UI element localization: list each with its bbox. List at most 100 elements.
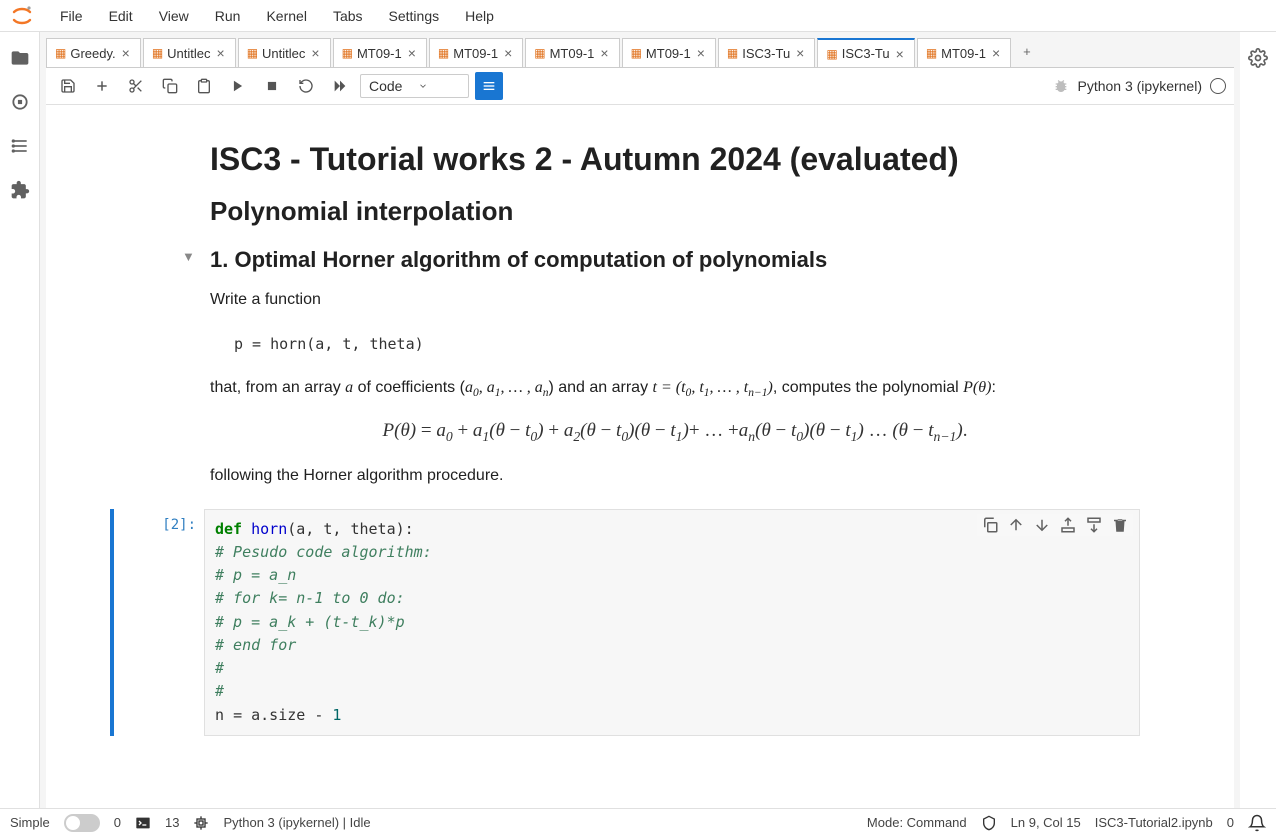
interrupt-button[interactable] xyxy=(258,72,286,100)
paste-button[interactable] xyxy=(190,72,218,100)
status-filename[interactable]: ISC3-Tutorial2.ipynb xyxy=(1095,815,1213,830)
status-count-0[interactable]: 0 xyxy=(114,815,121,830)
insert-cell-button[interactable] xyxy=(88,72,116,100)
close-icon[interactable]: × xyxy=(894,47,906,61)
right-rail xyxy=(1240,32,1276,808)
tab-0[interactable]: ▦Greedy.× xyxy=(46,38,141,67)
close-icon[interactable]: × xyxy=(215,46,227,60)
extensions-icon[interactable] xyxy=(10,180,30,200)
close-icon[interactable]: × xyxy=(990,46,1002,60)
cell-type-select[interactable]: Code xyxy=(360,74,469,98)
tab-label: MT09-1 xyxy=(646,46,691,61)
terminal-icon[interactable] xyxy=(135,815,151,831)
menu-view[interactable]: View xyxy=(147,4,201,28)
tab-2[interactable]: ▦Untitlec× xyxy=(238,38,331,67)
close-icon[interactable]: × xyxy=(120,46,132,60)
menu-help[interactable]: Help xyxy=(453,4,506,28)
menu-tabs[interactable]: Tabs xyxy=(321,4,375,28)
notebook-icon: ▦ xyxy=(727,46,738,60)
tab-4[interactable]: ▦ MT09-1 × xyxy=(429,38,523,67)
run-button[interactable] xyxy=(224,72,252,100)
copy-button[interactable] xyxy=(156,72,184,100)
tab-add-button[interactable]: + xyxy=(1013,38,1041,67)
toc-icon[interactable] xyxy=(10,136,30,156)
close-icon[interactable]: × xyxy=(695,46,707,60)
tab-label: ISC3-Tu xyxy=(842,46,890,61)
paragraph: that, from an array a of coefficients (a… xyxy=(210,375,1140,403)
tab-6[interactable]: ▦MT09-1× xyxy=(622,38,716,67)
collapse-caret-icon[interactable]: ▼ xyxy=(182,249,195,264)
running-icon[interactable] xyxy=(10,92,30,112)
cell-prompt: [2]: xyxy=(114,509,204,736)
cut-button[interactable] xyxy=(122,72,150,100)
paragraph: following the Horner algorithm procedure… xyxy=(210,463,1140,489)
notebook-icon: ▦ xyxy=(534,46,545,60)
notebook-icon: ▦ xyxy=(926,46,937,60)
inline-code-block: p = horn(a, t, theta) xyxy=(210,325,1140,363)
status-count-0b[interactable]: 0 xyxy=(1227,815,1234,830)
trust-icon[interactable] xyxy=(981,815,997,831)
status-kernel[interactable]: Python 3 (ipykernel) | Idle xyxy=(223,815,370,830)
code-cell[interactable]: [2]: def horn(a, t, theta): # Pesudo cod… xyxy=(110,509,1140,736)
notebook-toolbar: Code Python 3 (ipykernel) xyxy=(46,68,1234,105)
insert-below-icon[interactable] xyxy=(1085,516,1103,534)
tab-label: MT09-1 xyxy=(453,46,498,61)
notebook-icon: ▦ xyxy=(152,46,163,60)
simple-toggle[interactable] xyxy=(64,814,100,832)
property-inspector-icon[interactable] xyxy=(1248,48,1268,68)
kernel-status-icon[interactable] xyxy=(1210,78,1226,94)
left-rail xyxy=(0,32,40,808)
notebook-icon: ▦ xyxy=(438,46,449,60)
insert-above-icon[interactable] xyxy=(1059,516,1077,534)
tab-8[interactable]: ▦ISC3-Tu× xyxy=(817,38,914,67)
menu-settings[interactable]: Settings xyxy=(377,4,452,28)
delete-icon[interactable] xyxy=(1111,516,1129,534)
cpu-icon[interactable] xyxy=(193,815,209,831)
close-icon[interactable]: × xyxy=(406,46,418,60)
bell-icon[interactable] xyxy=(1248,814,1266,832)
move-down-icon[interactable] xyxy=(1033,516,1051,534)
tab-9[interactable]: ▦ MT09-1 × xyxy=(917,38,1011,67)
math-formula: P(θ) = a0 + a1(θ − t0) + a2(θ − t0)(θ − … xyxy=(210,420,1140,445)
close-icon[interactable]: × xyxy=(502,46,514,60)
status-bar: Simple 0 13 Python 3 (ipykernel) | Idle … xyxy=(0,808,1276,836)
duplicate-icon[interactable] xyxy=(981,516,999,534)
render-side-panel-button[interactable] xyxy=(475,72,503,100)
restart-run-all-button[interactable] xyxy=(326,72,354,100)
save-button[interactable] xyxy=(54,72,82,100)
notebook-content[interactable]: ISC3 - Tutorial works 2 - Autumn 2024 (e… xyxy=(46,105,1234,808)
folder-icon[interactable] xyxy=(10,48,30,68)
tab-5[interactable]: ▦MT09-1× xyxy=(525,38,619,67)
kernel-name[interactable]: Python 3 (ipykernel) xyxy=(1077,78,1202,94)
notebook-icon: ▦ xyxy=(247,46,258,60)
tab-label: MT09-1 xyxy=(357,46,402,61)
tab-3[interactable]: ▦ MT09-1 × xyxy=(333,38,427,67)
tab-1[interactable]: ▦Untitlec× xyxy=(143,38,236,67)
tab-label: Greedy. xyxy=(70,46,115,61)
tab-label: MT09-1 xyxy=(941,46,986,61)
status-mode[interactable]: Mode: Command xyxy=(867,815,967,830)
menu-kernel[interactable]: Kernel xyxy=(254,4,318,28)
status-ln-col[interactable]: Ln 9, Col 15 xyxy=(1011,815,1081,830)
move-up-icon[interactable] xyxy=(1007,516,1025,534)
close-icon[interactable]: × xyxy=(794,46,806,60)
paragraph: Write a function xyxy=(210,287,1140,313)
close-icon[interactable]: × xyxy=(598,46,610,60)
menu-file[interactable]: File xyxy=(48,4,95,28)
notebook-icon: ▦ xyxy=(342,46,353,60)
cell-toolbar xyxy=(977,514,1133,536)
debugger-icon[interactable] xyxy=(1053,78,1069,94)
simple-toggle-label: Simple xyxy=(10,815,50,830)
tab-strip: ▦Greedy.×▦Untitlec×▦Untitlec×▦MT09-1×▦MT… xyxy=(46,38,1234,68)
tab-7[interactable]: ▦ ISC3-Tu × xyxy=(718,38,815,67)
status-count-13[interactable]: 13 xyxy=(165,815,179,830)
heading-2: Polynomial interpolation xyxy=(210,196,1140,227)
heading-3: 1. Optimal Horner algorithm of computati… xyxy=(210,247,1140,273)
menu-run[interactable]: Run xyxy=(203,4,253,28)
cell-editor[interactable]: def horn(a, t, theta): # Pesudo code alg… xyxy=(204,509,1140,736)
menu-edit[interactable]: Edit xyxy=(97,4,145,28)
tab-label: ISC3-Tu xyxy=(742,46,790,61)
restart-button[interactable] xyxy=(292,72,320,100)
chevron-down-icon xyxy=(418,81,428,91)
close-icon[interactable]: × xyxy=(309,46,321,60)
